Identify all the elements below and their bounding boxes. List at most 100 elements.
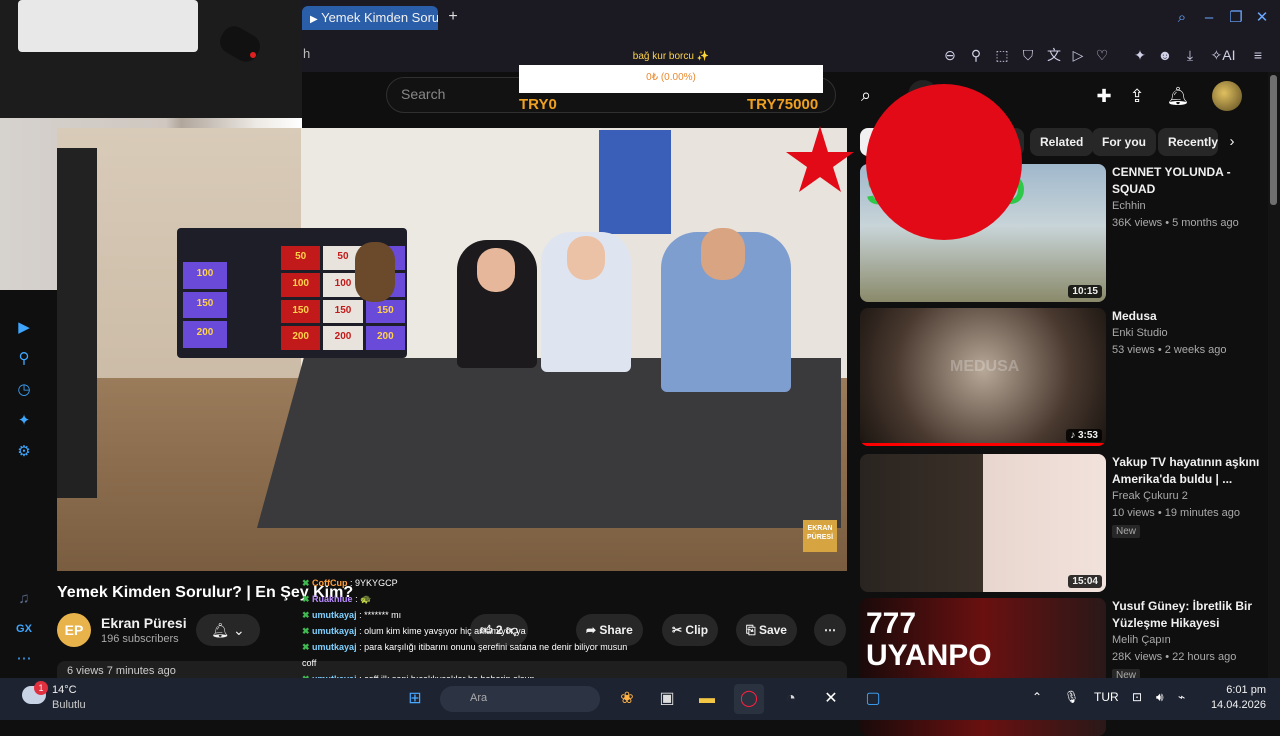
- capcut-icon[interactable]: ✕: [816, 684, 846, 714]
- wall-poster: [599, 130, 671, 234]
- chat-badge-icon: ✖: [302, 594, 313, 604]
- url-text[interactable]: h: [303, 46, 310, 61]
- chat-username: Ruakhiue: [312, 594, 353, 604]
- chat-username: CoffCup: [312, 578, 348, 588]
- video-title[interactable]: Yakup TV hayatının aşkını Amerika'da bul…: [1112, 454, 1262, 488]
- chat-username: umutkayaj: [312, 626, 357, 636]
- video-channel[interactable]: Melih Çapın: [1112, 634, 1171, 646]
- donation-goal-title: bağ kur borcu ✨: [632, 51, 710, 62]
- zoom-out-icon[interactable]: ⊖: [940, 45, 960, 65]
- microphone-icon[interactable]: 🎙︎: [1064, 690, 1079, 704]
- chat-text: : para karşılığı itibarını onunu şerefin…: [356, 642, 628, 652]
- video-channel[interactable]: Echhin: [1112, 200, 1146, 212]
- play-icon[interactable]: ▷: [1068, 45, 1088, 65]
- keyboard-image: [18, 0, 198, 52]
- chevron-right-icon[interactable]: ›: [1222, 132, 1242, 152]
- search-icon[interactable]: ⌕: [1172, 8, 1192, 28]
- weather-badge: 1: [34, 681, 48, 695]
- board-cell: 150: [365, 299, 405, 324]
- chat-message: ✖ CoffCup : 9YKYGCP: [302, 575, 862, 591]
- channel-avatar[interactable]: EP: [57, 613, 91, 647]
- browser-tab-active[interactable]: ▶ Yemek Kimden Sorulur: [302, 6, 438, 30]
- task-view-icon[interactable]: ▣: [652, 684, 682, 714]
- heart-icon[interactable]: ♡: [1092, 45, 1112, 65]
- turkish-flag-overlay: [786, 84, 1022, 240]
- extensions-icon[interactable]: ✦: [1130, 45, 1150, 65]
- quiz-board-left-column: 100 150 200: [183, 262, 227, 348]
- shield-icon[interactable]: ⛉: [1018, 45, 1038, 65]
- close-icon[interactable]: ✕: [1252, 8, 1272, 28]
- video-duration: ♪ 3:53: [1066, 429, 1102, 442]
- video-channel[interactable]: Enki Studio: [1112, 327, 1168, 339]
- chip-recently-uploaded[interactable]: Recently uploaded: [1158, 128, 1218, 156]
- chat-message: coff: [302, 655, 862, 671]
- chat-message: ✖ umutkayaj : ******* mı: [302, 607, 862, 623]
- scrollbar-thumb[interactable]: [1270, 75, 1277, 205]
- board-left-cell: 100: [183, 262, 227, 289]
- clock-time[interactable]: 6:01 pm: [1206, 684, 1266, 696]
- ai-button[interactable]: ✧AI: [1208, 45, 1238, 65]
- menu-icon[interactable]: ≡: [1248, 45, 1268, 65]
- battery-icon[interactable]: ⌁: [1178, 690, 1185, 704]
- history-icon[interactable]: ◷: [13, 379, 35, 401]
- more-icon[interactable]: ⋯: [13, 648, 35, 670]
- chat-badge-icon: ✖: [302, 578, 313, 588]
- thumbnail-text: 777 UYANPO: [866, 607, 992, 672]
- play-circle-icon[interactable]: ▶: [13, 317, 35, 339]
- create-icon[interactable]: ✚: [1090, 82, 1118, 110]
- taskbar-search[interactable]: Ara: [440, 686, 600, 712]
- music-icon[interactable]: ♫: [13, 588, 35, 610]
- notifications-bell-icon[interactable]: 🔔︎: [1164, 82, 1192, 110]
- network-icon[interactable]: ⊡: [1132, 690, 1142, 704]
- download-icon[interactable]: ⤓: [1180, 45, 1200, 65]
- volume-icon[interactable]: 🔊︎: [1156, 690, 1164, 705]
- video-title[interactable]: Yusuf Güney: İbretlik Bir Yüzleşme Hikay…: [1112, 598, 1262, 632]
- donation-progress-text: 0₺ (0.00%): [646, 72, 696, 83]
- chevron-up-icon[interactable]: ⌃: [1032, 690, 1042, 704]
- upload-icon[interactable]: ⇪: [1123, 82, 1151, 110]
- language-indicator[interactable]: TUR: [1094, 690, 1119, 704]
- maximize-icon[interactable]: ❐: [1226, 8, 1246, 28]
- pin-icon[interactable]: ⚲: [13, 348, 35, 370]
- pin-icon[interactable]: ⚲: [966, 45, 986, 65]
- video-title[interactable]: CENNET YOLUNDA - SQUAD: [1112, 164, 1262, 198]
- board-cell: 50: [281, 246, 321, 270]
- gx-icon[interactable]: GX: [13, 618, 35, 640]
- file-explorer-icon[interactable]: ▬: [692, 684, 722, 714]
- chip-for-you[interactable]: For you: [1092, 128, 1156, 156]
- search-placeholder: Search: [401, 86, 446, 102]
- app-icon[interactable]: ◔: [776, 684, 806, 714]
- chat-badge-icon: ✖: [302, 610, 313, 620]
- profile-icon[interactable]: ☻: [1155, 45, 1175, 65]
- mouse-image: [215, 21, 265, 67]
- start-icon[interactable]: ⊞: [400, 684, 430, 714]
- weather-temp[interactable]: 14°C: [52, 684, 77, 696]
- video-channel[interactable]: Freak Çukuru 2: [1112, 490, 1188, 502]
- subscribe-bell-button[interactable]: 🔔︎ ⌄: [196, 614, 260, 646]
- webcam-top-view: [0, 0, 302, 118]
- channel-name[interactable]: Ekran Püresi: [101, 615, 187, 631]
- chip-related[interactable]: Related: [1030, 128, 1094, 156]
- clock-date[interactable]: 14.04.2026: [1200, 699, 1266, 711]
- extensions-icon[interactable]: ✦: [13, 410, 35, 432]
- new-tab-button[interactable]: +: [444, 8, 462, 26]
- board-cell: 200: [323, 326, 363, 350]
- chat-message: ✖ umutkayaj : para karşılığı itibarını o…: [302, 639, 862, 655]
- translate-icon[interactable]: 文: [1044, 45, 1064, 65]
- video-thumbnail[interactable]: 15:04: [860, 454, 1106, 592]
- minimize-icon[interactable]: –: [1199, 8, 1219, 28]
- video-thumbnail[interactable]: MEDUSA ♪ 3:53: [860, 308, 1106, 446]
- chat-message: ✖ umutkayaj : olum kim kime yavşıyor hiç…: [302, 623, 862, 639]
- chat-username: umutkayaj: [312, 642, 357, 652]
- account-avatar[interactable]: [1212, 81, 1242, 111]
- settings-gear-icon[interactable]: ⚙: [13, 441, 35, 463]
- fish-app-icon[interactable]: ❀: [612, 684, 642, 714]
- screenshot-icon[interactable]: ⬚: [992, 45, 1012, 65]
- opera-gx-icon[interactable]: ◯: [734, 684, 764, 714]
- video-title[interactable]: Medusa: [1112, 308, 1262, 325]
- person-right-face: [701, 228, 745, 280]
- app-window-icon[interactable]: ▢: [858, 684, 888, 714]
- board-left-cell: 150: [183, 291, 227, 319]
- video-player[interactable]: 505050100100100150150150200200200 100150…: [57, 128, 847, 571]
- board-cell: 100: [281, 272, 321, 297]
